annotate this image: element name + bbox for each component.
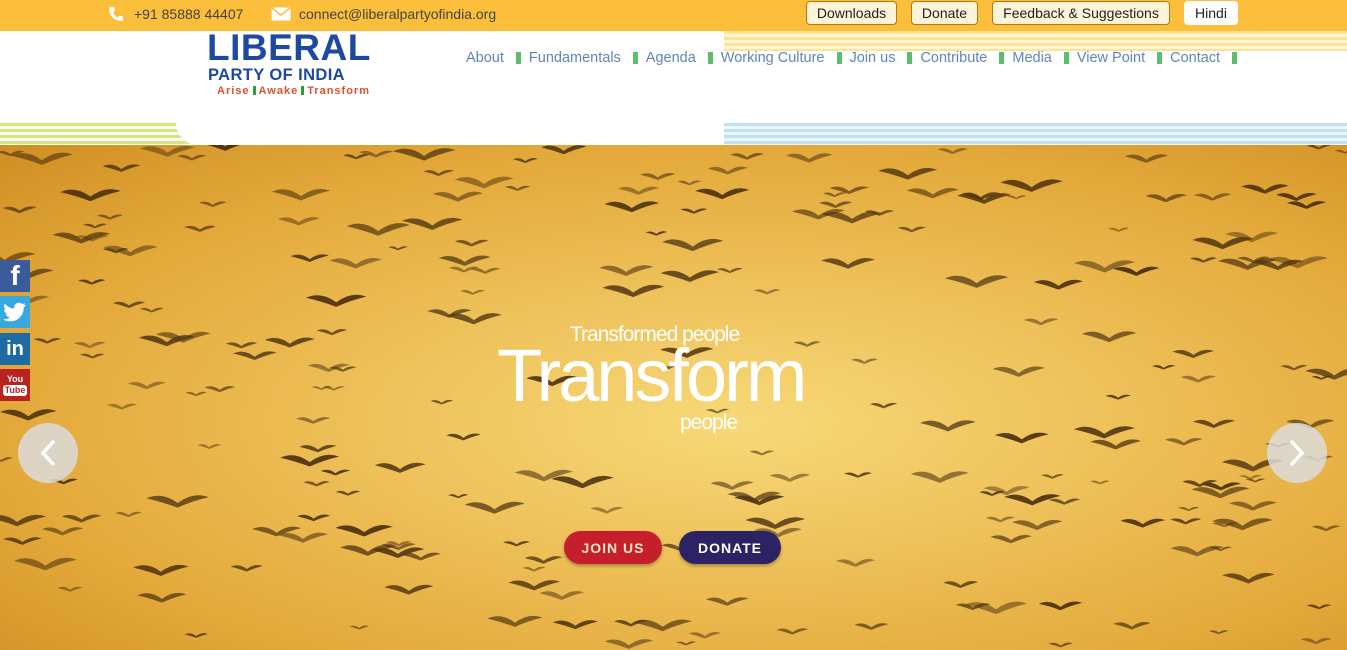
donate-button[interactable]: DONATE bbox=[679, 531, 781, 564]
hero-caption: people bbox=[680, 411, 738, 434]
hero-slider: Transformed people Transform people JOIN… bbox=[0, 145, 1347, 650]
nav-item-working-culture[interactable]: Working Culture bbox=[721, 50, 850, 66]
downloads-button[interactable]: Downloads bbox=[806, 1, 897, 25]
facebook-icon[interactable]: f bbox=[0, 260, 30, 292]
slider-prev-button[interactable] bbox=[18, 423, 78, 483]
nav-label: Contact bbox=[1170, 50, 1221, 66]
twitter-icon[interactable] bbox=[0, 296, 30, 328]
tagline-word: Arise bbox=[217, 85, 250, 97]
nav-separator bbox=[907, 52, 913, 64]
tagline-word: Awake bbox=[258, 85, 299, 97]
youtube-icon[interactable]: You Tube bbox=[0, 369, 30, 401]
top-bar: +91 85888 44407 connect@liberalpartyofin… bbox=[0, 0, 1347, 31]
nav-label: Working Culture bbox=[720, 50, 825, 66]
nav-item-join-us[interactable]: Join us bbox=[850, 50, 921, 66]
decorative-stripe-left bbox=[0, 123, 200, 145]
site-logo[interactable]: LIBERAL PARTY OF INDIA Arise Awake Transfo… bbox=[207, 27, 387, 130]
phone-icon bbox=[106, 6, 126, 22]
nav-separator bbox=[999, 52, 1005, 64]
nav-label: About bbox=[466, 50, 504, 66]
nav-label: Fundamentals bbox=[528, 50, 621, 66]
nav-label: Media bbox=[1012, 50, 1052, 66]
nav-item-fundamentals[interactable]: Fundamentals bbox=[529, 50, 646, 66]
hero-heading: Transform bbox=[497, 334, 807, 417]
email-contact[interactable]: connect@liberalpartyofindia.org bbox=[271, 0, 496, 27]
feedback-button[interactable]: Feedback & Suggestions bbox=[992, 1, 1170, 25]
tagline-separator bbox=[252, 86, 256, 95]
envelope-icon bbox=[271, 6, 291, 22]
nav-item-contact[interactable]: Contact bbox=[1170, 50, 1245, 66]
chevron-left-icon bbox=[40, 440, 55, 466]
email-address: connect@liberalpartyofindia.org bbox=[299, 5, 497, 22]
nav-separator bbox=[707, 52, 713, 64]
nav-label: Contribute bbox=[920, 50, 988, 66]
tagline-separator bbox=[301, 86, 305, 95]
main-navigation: About Fundamentals Agenda Working Cultur… bbox=[466, 48, 1245, 68]
nav-separator bbox=[1232, 52, 1238, 64]
nav-separator bbox=[515, 52, 521, 64]
nav-item-contribute[interactable]: Contribute bbox=[920, 50, 1012, 66]
nav-item-view-point[interactable]: View Point bbox=[1077, 50, 1170, 66]
decorative-stripe-right bbox=[724, 123, 1347, 145]
nav-label: Join us bbox=[849, 50, 896, 66]
tagline-word: Transform bbox=[307, 85, 370, 97]
logo-subtitle: PARTY OF INDIA bbox=[208, 66, 345, 84]
linkedin-icon[interactable]: in bbox=[0, 333, 30, 365]
nav-item-media[interactable]: Media bbox=[1012, 50, 1077, 66]
donate-top-button[interactable]: Donate bbox=[911, 1, 978, 25]
nav-label: Agenda bbox=[645, 50, 696, 66]
nav-label: View Point bbox=[1076, 50, 1146, 66]
phone-number: +91 85888 44407 bbox=[134, 5, 244, 22]
nav-item-agenda[interactable]: Agenda bbox=[646, 50, 721, 66]
slider-next-button[interactable] bbox=[1267, 423, 1327, 483]
logo-tagline: Arise Awake Transform bbox=[217, 85, 370, 98]
nav-item-about[interactable]: About bbox=[466, 50, 529, 66]
nav-separator bbox=[632, 52, 638, 64]
join-us-button[interactable]: JOIN US bbox=[564, 531, 662, 564]
nav-separator bbox=[1157, 52, 1163, 64]
nav-separator bbox=[1063, 52, 1069, 64]
nav-separator bbox=[836, 52, 842, 64]
hindi-language-button[interactable]: Hindi bbox=[1184, 1, 1238, 25]
phone-contact[interactable]: +91 85888 44407 bbox=[106, 0, 243, 27]
chevron-right-icon bbox=[1290, 440, 1305, 466]
logo-wordmark: LIBERAL bbox=[207, 27, 371, 68]
